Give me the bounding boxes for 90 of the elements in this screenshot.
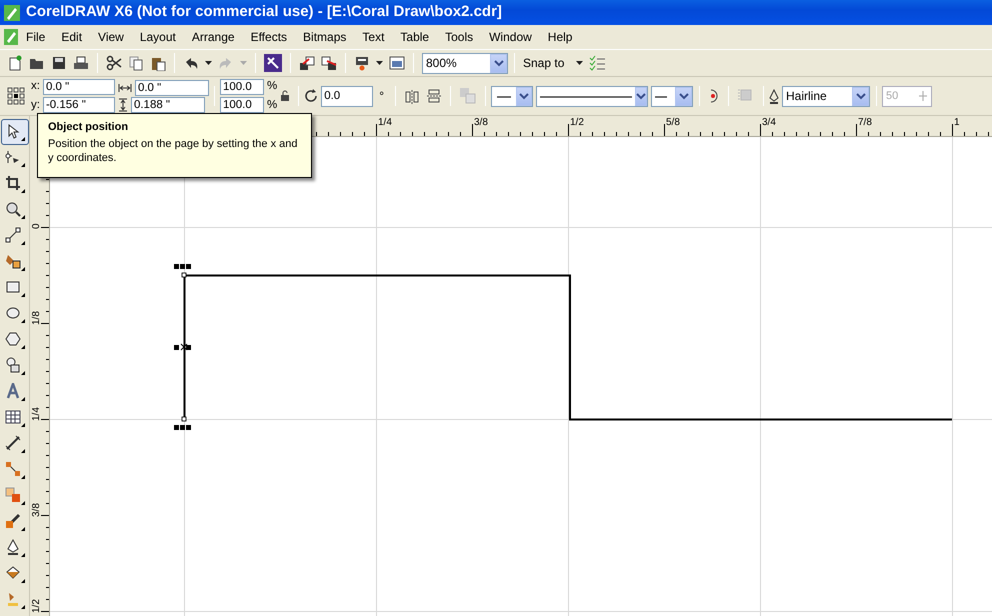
mirror-horizontal-icon[interactable] (404, 88, 420, 104)
ruler-label: 3/8 (474, 117, 488, 128)
anchor-grid-icon[interactable] (7, 87, 25, 105)
table-tool-icon (5, 409, 25, 427)
menu-item[interactable]: Help (540, 26, 580, 48)
shape-tool-icon (5, 149, 25, 167)
pick-tool-button[interactable] (1, 119, 29, 145)
ruler-label: 1/4 (378, 117, 392, 128)
snap-to-menu[interactable]: Snap to (520, 54, 568, 72)
new-document-icon[interactable] (7, 55, 23, 71)
outline-width-dropdown[interactable]: Hairline (782, 86, 870, 106)
line-style-dropdown[interactable] (536, 86, 648, 106)
height-field[interactable]: 0.188 " (130, 96, 205, 112)
undo-icon[interactable] (183, 55, 199, 71)
ruler-label: 3/8 (31, 503, 42, 517)
percent-label: % (266, 98, 278, 112)
menu-item[interactable]: Text (354, 26, 392, 48)
import-icon[interactable] (299, 55, 315, 71)
ruler-label: 0 (31, 223, 42, 229)
dimension-tool-icon (5, 435, 25, 453)
smart-fill-icon (5, 253, 25, 271)
y-label: y: (31, 98, 40, 112)
menu-item[interactable]: Bitmaps (295, 26, 354, 48)
menu-item[interactable]: Tools (437, 26, 482, 48)
menu-item[interactable]: Edit (53, 26, 90, 48)
pen-nib-icon (769, 88, 779, 104)
close-curve-icon[interactable] (708, 88, 720, 104)
menu-item[interactable]: Window (481, 26, 540, 48)
scissors-icon[interactable] (106, 55, 122, 71)
spin-arrows-icon (918, 91, 928, 101)
fill-tool-icon (5, 565, 25, 583)
menu-item[interactable]: Layout (132, 26, 184, 48)
menu-item[interactable]: Table (392, 26, 438, 48)
interactive-fill-icon (5, 591, 25, 609)
window-title: CorelDRAW X6 (Not for commercial use) - [E:\Coral Draw\box2.cdr] (26, 2, 502, 22)
save-icon[interactable] (51, 55, 67, 71)
checklist-icon[interactable] (589, 55, 606, 71)
ruler-label: 3/4 (762, 117, 776, 128)
menu-item[interactable]: Effects (242, 26, 296, 48)
copy-icon[interactable] (128, 55, 144, 71)
end-arrow-dropdown[interactable] (651, 86, 693, 106)
ruler-label: 1/4 (31, 407, 42, 421)
ruler-label: 1/2 (570, 117, 584, 128)
ruler-label: 1/8 (31, 311, 42, 325)
menu-item[interactable]: View (90, 26, 132, 48)
crop-tool-icon (5, 175, 25, 193)
scale-x-field[interactable]: 100.0 (220, 78, 264, 95)
connector-tool-icon (5, 461, 25, 479)
rotate-icon (304, 89, 318, 103)
caret-icon[interactable] (205, 61, 212, 65)
x-label: x: (31, 79, 40, 94)
app-logo-icon (4, 4, 20, 20)
start-arrow-dropdown[interactable] (491, 86, 533, 106)
monitor-icon[interactable] (389, 55, 405, 71)
menu-item[interactable]: File (18, 26, 54, 48)
caret-icon[interactable] (576, 61, 584, 65)
polygon-tool-icon (5, 331, 25, 349)
basic-shapes-icon (5, 357, 25, 375)
selection-handles[interactable] (174, 264, 191, 430)
tooltip-text: Position the object on the page by setting the x and y coordinates. (48, 137, 299, 165)
width-field[interactable]: 0.0 " (134, 80, 209, 96)
scale-y-field[interactable]: 100.0 (220, 97, 264, 114)
tooltip-title: Object position (48, 120, 130, 134)
freehand-tool-icon (5, 227, 25, 245)
rectangle-tool-icon (5, 279, 25, 297)
x-position-field[interactable]: 0.0 " (42, 78, 115, 95)
y-position-field[interactable]: -0.156 " (42, 97, 115, 114)
lock-icon[interactable] (280, 90, 290, 102)
menu-item[interactable]: Arrange (184, 26, 243, 48)
text-tool-icon (5, 383, 25, 401)
zoom-dropdown[interactable]: 800% (422, 52, 508, 74)
width-icon (118, 82, 132, 92)
blend-tool-icon (5, 487, 25, 505)
rotation-field[interactable]: 0.0 (321, 86, 374, 106)
ellipse-tool-icon (5, 305, 25, 323)
print-icon[interactable] (73, 55, 89, 71)
zoom-tool-icon (5, 201, 25, 219)
mirror-vertical-icon[interactable] (426, 88, 442, 104)
paste-icon[interactable] (150, 55, 166, 71)
ruler-label: 1 (954, 117, 960, 128)
ruler-label: 1/2 (31, 599, 42, 613)
export-icon[interactable] (321, 55, 337, 71)
height-icon (118, 98, 128, 112)
caret-icon[interactable] (376, 61, 383, 65)
ruler-label: 5/8 (666, 117, 680, 128)
ruler-label: 7/8 (858, 117, 872, 128)
outline-pen-icon (5, 539, 25, 557)
eyedropper-icon (5, 513, 25, 531)
degree-label: ° (379, 88, 384, 105)
percent-label: % (266, 79, 278, 94)
